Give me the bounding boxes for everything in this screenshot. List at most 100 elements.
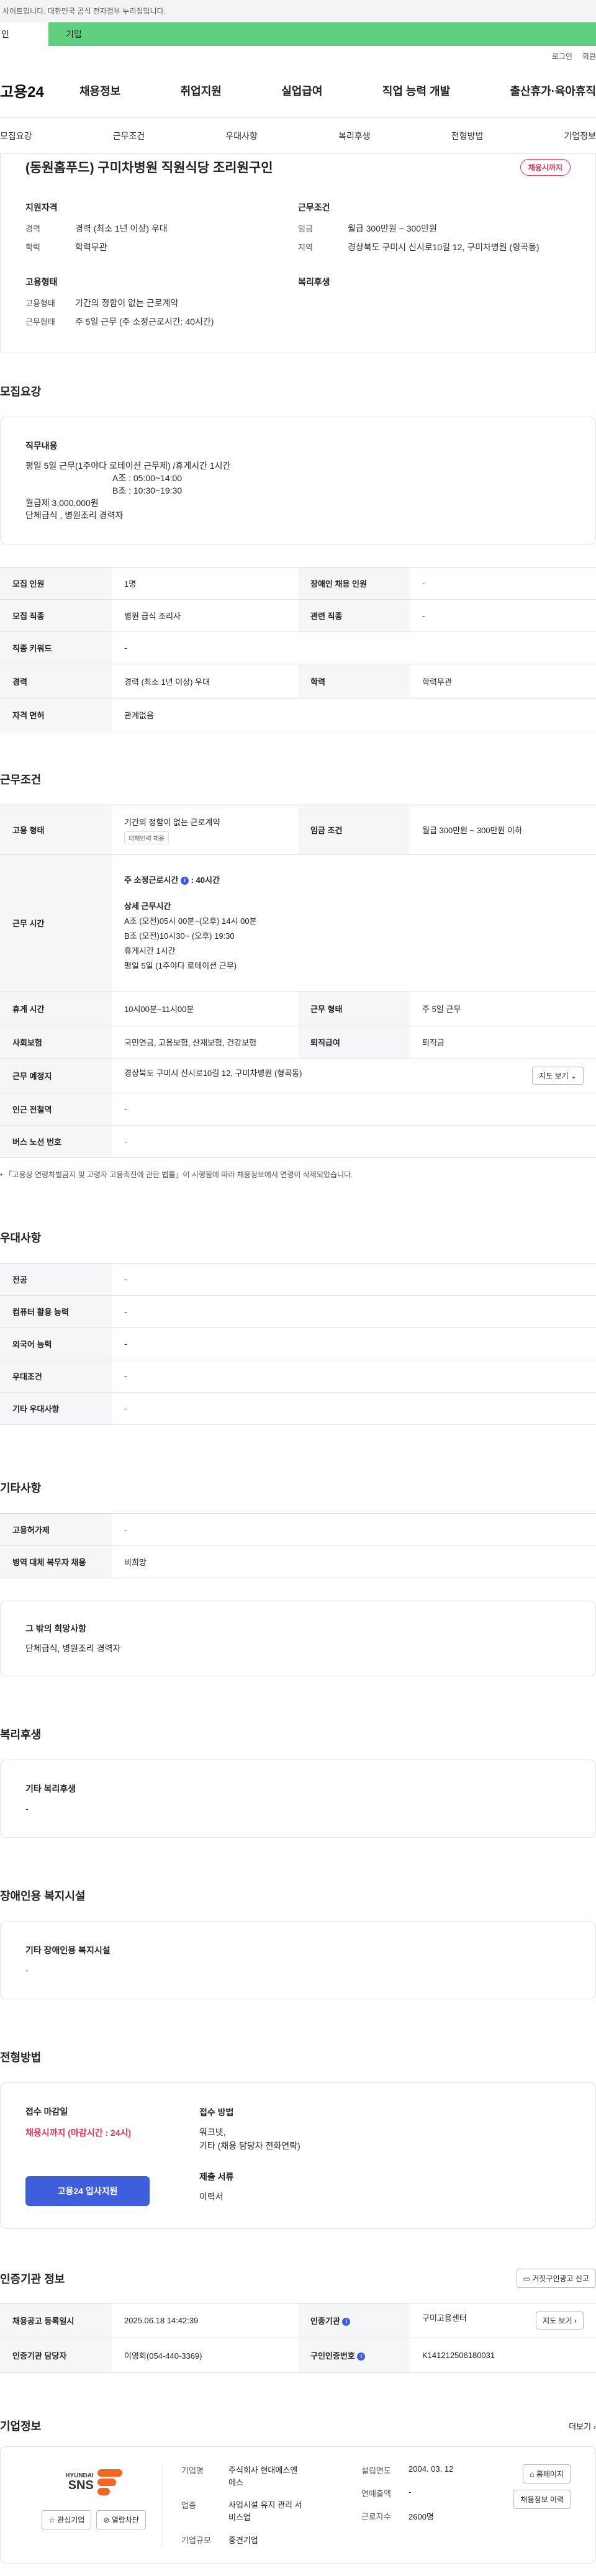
- table-cell-label: 직종 키워드: [0, 631, 112, 664]
- table-cell-label: 병역 대체 복무자 채용: [0, 1545, 112, 1578]
- top-tabs: 인 기업: [0, 22, 596, 46]
- method-line: 워크넷,: [199, 2127, 226, 2137]
- etc-box-title: 그 밖의 희망사항: [25, 1624, 86, 1634]
- map-button[interactable]: 지도 보기 ›: [536, 2312, 584, 2330]
- apply-button[interactable]: 고용24 입사지원: [25, 2176, 150, 2206]
- table-cell-value: 구미고용센터 지도 보기 ›: [410, 2303, 596, 2338]
- status-badge: 채용시까지: [520, 158, 571, 176]
- recruit-heading: 모집요강: [0, 386, 42, 398]
- map-button[interactable]: 지도 보기 ⌄: [532, 1067, 584, 1085]
- pref-table: 전공 - 컴퓨터 활용 능력 - 외국어 능력 - 우대조건 - 기타 우대사항 -: [0, 1263, 596, 1425]
- table-cell-label: 장애인 채용 인원: [298, 567, 410, 600]
- table-cell-value: 병원 급식 조리사: [112, 599, 298, 632]
- table-cell-value: -: [112, 1327, 596, 1360]
- duty-title: 직무내용: [25, 441, 58, 451]
- info-icon[interactable]: i: [357, 2352, 366, 2361]
- table-cell-value: 관계없음: [112, 698, 596, 731]
- homepage-label: 홈페이지: [536, 2470, 564, 2479]
- etc-box: 그 밖의 희망사항 단체급식, 병원조리 경력자: [0, 1601, 596, 1676]
- tab-conditions[interactable]: 근무조건: [113, 130, 145, 142]
- login-link[interactable]: 로그인: [552, 52, 572, 61]
- favorite-company-button[interactable]: ☆ 관심기업: [42, 2510, 92, 2529]
- table-cell-value: -: [112, 1295, 596, 1328]
- report-button[interactable]: ▭ 거짓구인광고 신고: [516, 2269, 596, 2288]
- worktype-label: 근무형태: [25, 317, 55, 327]
- table-cell-label: 임금 조건: [298, 805, 410, 855]
- gnb-item[interactable]: 실업급여: [281, 83, 322, 99]
- more-link-label: 더보기: [569, 2421, 592, 2431]
- signup-link[interactable]: 회원: [582, 52, 596, 61]
- table-cell-label: 인근 전철역: [0, 1093, 112, 1126]
- table-row: 인근 전철역 -: [0, 1093, 596, 1126]
- welfare-section-heading: 복리후생: [0, 1729, 42, 1741]
- tab-preference[interactable]: 우대사항: [225, 130, 258, 142]
- gnb-item[interactable]: 취업지원: [181, 83, 222, 99]
- logo[interactable]: 고용24: [0, 79, 79, 101]
- replacement-tag: 대체인력 채용: [124, 831, 169, 844]
- table-row: 인증기관 담당자 이영희(054-440-3369) 구인인증번호 i K141…: [0, 2338, 596, 2373]
- table-cell-label: 인증기관 i: [298, 2303, 410, 2338]
- gnb-item[interactable]: 출산휴가·육아휴직: [510, 83, 596, 99]
- hours-detail-heading: 상세 근무시간: [124, 901, 171, 911]
- info-icon[interactable]: i: [342, 2318, 351, 2326]
- table-cell-label: 학력: [298, 664, 410, 699]
- table-cell-value: 학력무관: [410, 664, 596, 699]
- age-note: • 「고용상 연령차별금지 및 고령자 고용촉진에 관한 법률」이 시행됨에 따…: [0, 1170, 353, 1179]
- table-cell-label: 모집 직종: [0, 599, 112, 632]
- table-cell-label: 기타 우대사항: [0, 1392, 112, 1425]
- block-label: 열람차단: [111, 2516, 139, 2524]
- logo-text: SNS: [68, 2479, 94, 2492]
- org-label: 인증기관: [310, 2316, 340, 2326]
- docs-heading: 제출 서류: [199, 2172, 234, 2182]
- chevron-down-icon: ⌄: [570, 1072, 577, 1080]
- info-icon[interactable]: i: [180, 876, 189, 885]
- tab-welfare[interactable]: 복리후생: [338, 130, 371, 142]
- table-cell-value: 2025.06.18 14:42:39: [112, 2303, 298, 2338]
- selection-heading: 전형방법: [0, 2051, 42, 2064]
- duty-line: 평일 5일 근무(1주야다 로테이션 근무제) /휴게시간 1시간: [25, 461, 231, 471]
- size-label: 기업규모: [181, 2536, 211, 2545]
- table-cell-value: K141212506180031: [410, 2338, 596, 2373]
- gnb-item[interactable]: 직업 능력 개발: [382, 83, 450, 99]
- star-icon: ☆: [48, 2516, 55, 2524]
- location-value: 경상북도 구미시 신시로10길 12, 구미차병원 (형곡동): [348, 242, 540, 252]
- table-cell-label: 근무 예정지: [0, 1058, 112, 1093]
- tab-company[interactable]: 기업정보: [564, 130, 596, 142]
- table-cell-value: -: [112, 1263, 596, 1296]
- map-button-label: 지도 보기: [539, 1072, 569, 1080]
- edu-label: 학력: [25, 243, 40, 252]
- table-cell-label: 고용허가제: [0, 1513, 112, 1546]
- duty-line: 월급제 3,000,000원: [25, 498, 99, 508]
- title-row: (동원홈푸드) 구미차병원 직원식당 조리원구인 채용시까지: [25, 158, 571, 176]
- table-row: 근무 시간 주 소정근로시간 i : 40시간 상세 근무시간 A조 (오전)0…: [0, 854, 596, 992]
- homepage-button[interactable]: ⌂ 홈페이지: [523, 2464, 571, 2483]
- table-cell-value: -: [112, 1513, 596, 1546]
- table-cell-value: -: [112, 631, 596, 664]
- method-line: 기타 (채용 담당자 전화연락): [199, 2141, 300, 2151]
- duty-box: 직무내용 평일 5일 근무(1주야다 로테이션 근무제) /휴게시간 1시간 A…: [0, 417, 596, 545]
- more-link[interactable]: 더보기 ›: [569, 2420, 596, 2432]
- requirements-heading: 지원자격: [25, 202, 58, 212]
- block-button[interactable]: ⊘ 열람차단: [96, 2510, 146, 2529]
- recruit-table: 모집 인원 1명 장애인 채용 인원 - 모집 직종 병원 급식 조리사 관련 …: [0, 567, 596, 731]
- util-bar: 로그인 회원: [0, 50, 596, 63]
- employees-label: 근로자수: [361, 2512, 391, 2521]
- duty-line: 단체급식 , 병원조리 경력자: [25, 510, 124, 520]
- home-icon: ⌂: [530, 2470, 535, 2479]
- table-row: 자격 면허 관계없음: [0, 698, 596, 731]
- table-row: 병역 대체 복무자 채용 비희망: [0, 1545, 596, 1578]
- table-row: 경력 경력 (최소 1년 이상) 우대 학력 학력무관: [0, 664, 596, 699]
- table-cell-value: 월급 300만원 ~ 300만원 이하: [410, 805, 596, 855]
- jobs-history-button[interactable]: 채용정보 이력: [513, 2490, 571, 2509]
- career-value: 경력 (최소 1년 이상) 우대: [75, 224, 168, 233]
- table-row: 휴게 시간 10시00분~11시00분 근무 형태 주 5일 근무: [0, 991, 596, 1026]
- duty-line: A조 : 05:00~14:00: [112, 473, 183, 483]
- table-cell-value: 기간의 정함이 없는 근로계약 대체인력 채용: [112, 805, 298, 855]
- block-icon: ⊘: [103, 2516, 110, 2524]
- gnb-item[interactable]: 채용정보: [79, 83, 120, 99]
- size-value: 중견기업: [228, 2536, 258, 2545]
- tab-individual[interactable]: 인: [0, 22, 48, 46]
- tab-selection[interactable]: 전형방법: [451, 130, 484, 142]
- tab-recruit[interactable]: 모집요강: [0, 130, 32, 142]
- tab-company[interactable]: 기업: [48, 22, 596, 46]
